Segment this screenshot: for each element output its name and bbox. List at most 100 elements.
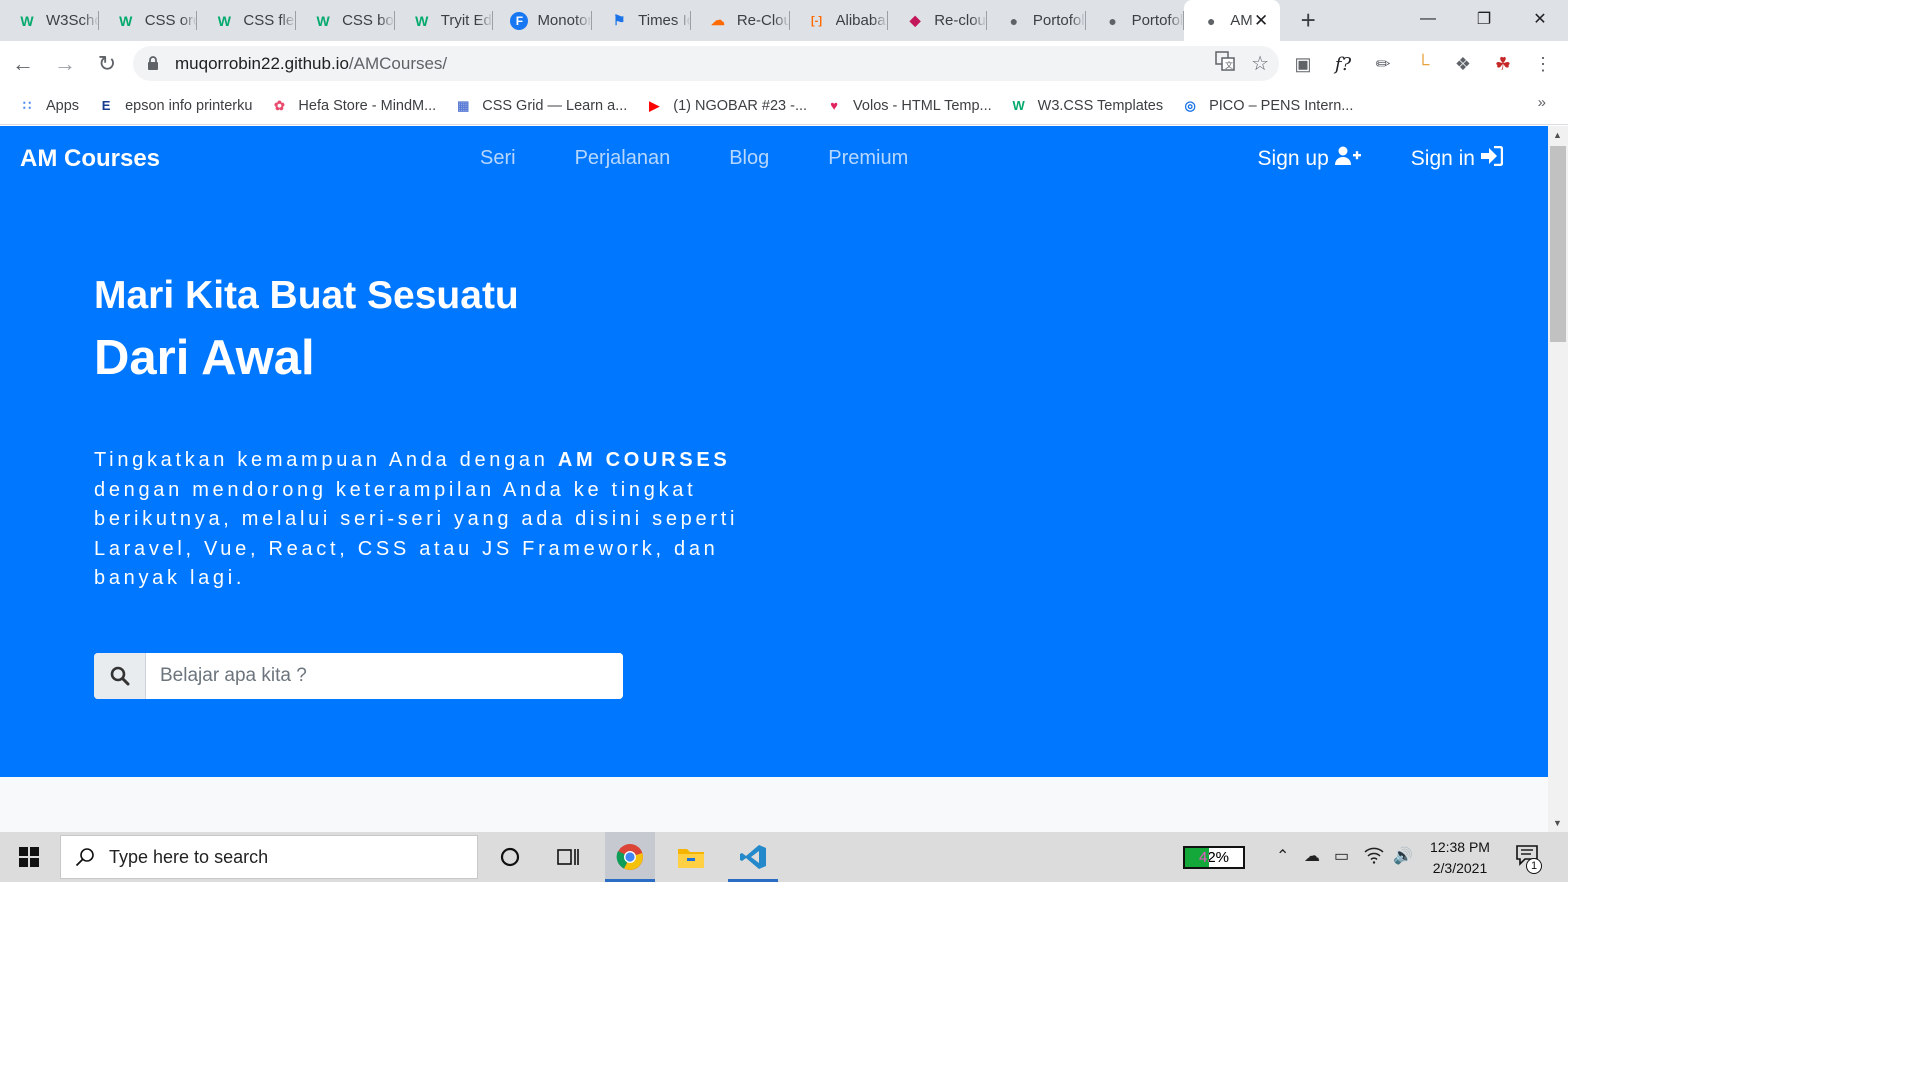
- bookmark-label: W3.CSS Templates: [1037, 97, 1164, 114]
- browser-tab[interactable]: W CSS flex: [197, 0, 296, 41]
- browser-tab[interactable]: W CSS box: [296, 0, 395, 41]
- browser-tab[interactable]: ● Portofolio: [1086, 0, 1185, 41]
- nav-link-blog[interactable]: Blog: [729, 147, 769, 170]
- bookmarks-overflow-icon[interactable]: »: [1538, 94, 1546, 111]
- signin-link[interactable]: Sign in: [1410, 145, 1504, 172]
- search-icon[interactable]: [94, 653, 146, 699]
- browser-tab[interactable]: W Tryit Editor: [395, 0, 493, 41]
- browser-tab-active[interactable]: ●AM Courses✕: [1184, 0, 1281, 41]
- formula-extension-icon[interactable]: f?: [1330, 51, 1356, 77]
- taskbar-search-placeholder: Type here to search: [109, 846, 269, 867]
- tab-title: CSS box: [342, 12, 395, 29]
- browser-tab-strip: W W3Schools W CSS order W CSS flex W CSS box W Tr…: [0, 0, 1568, 41]
- bookmarks-bar: ∷ Apps Eepson info printerku ✿ Hefa Store - …: [0, 87, 1568, 125]
- extensions-puzzle-icon[interactable]: ❖: [1450, 51, 1476, 77]
- close-window-button[interactable]: ✕: [1512, 0, 1568, 38]
- close-tab-icon[interactable]: ✕: [1254, 11, 1268, 31]
- tab-title: Monotone: [537, 12, 593, 29]
- youtube-icon: ▶: [649, 97, 660, 113]
- tab-title: CSS order: [144, 12, 198, 29]
- forward-button[interactable]: →: [46, 45, 84, 83]
- signin-label: Sign in: [1410, 147, 1475, 170]
- bookmark-item[interactable]: ✿ Hefa Store - MindM...: [270, 97, 436, 115]
- browser-tab[interactable]: [-] Alibaba Cloud: [790, 0, 888, 41]
- browser-tab[interactable]: ☁ Re-Cloud: [691, 0, 790, 41]
- show-hidden-icons-chevron-icon[interactable]: ⌃: [1276, 846, 1289, 866]
- taskbar-search-box[interactable]: Type here to search: [60, 835, 478, 879]
- browser-tab[interactable]: F Monotone: [493, 0, 592, 41]
- bookmark-item[interactable]: ♥ Volos - HTML Temp...: [825, 97, 991, 115]
- browser-tab[interactable]: W W3Schools: [0, 0, 99, 41]
- new-tab-button[interactable]: +: [1288, 0, 1328, 41]
- scroll-up-arrow-icon[interactable]: ▲: [1553, 130, 1562, 140]
- eyedropper-icon[interactable]: ✏: [1370, 51, 1396, 77]
- bookmark-star-icon[interactable]: ☆: [1251, 51, 1269, 76]
- minimize-button[interactable]: —: [1400, 0, 1456, 38]
- vscode-icon[interactable]: [728, 832, 778, 882]
- cast-icon[interactable]: ▣: [1290, 51, 1316, 77]
- reload-button[interactable]: ↻: [88, 45, 126, 83]
- bookmark-label: epson info printerku: [125, 97, 253, 114]
- bookmark-label: CSS Grid — Learn a...: [482, 97, 628, 114]
- onedrive-cloud-icon[interactable]: ☁: [1304, 846, 1320, 866]
- signup-label: Sign up: [1257, 147, 1329, 170]
- task-view-icon[interactable]: [543, 832, 593, 882]
- globe-icon: ●: [1108, 12, 1117, 29]
- tab-list: W W3Schools W CSS order W CSS flex W CSS box W Tr…: [0, 0, 1281, 41]
- bookmark-item[interactable]: W W3.CSS Templates: [1010, 97, 1164, 115]
- course-search-input[interactable]: [146, 653, 623, 699]
- tab-title: Re-cloud: [934, 12, 987, 29]
- battery-indicator[interactable]: 42%: [1183, 846, 1245, 869]
- windows-taskbar: Type here to search 42% ⌃ ☁ ▭ 🔊 12:38 PM…: [0, 832, 1568, 882]
- browser-tab[interactable]: ⚑ Times Icon: [592, 0, 691, 41]
- chrome-taskbar-icon[interactable]: [605, 832, 655, 882]
- lock-icon: [147, 56, 161, 72]
- nav-link-seri[interactable]: Seri: [480, 147, 516, 170]
- scrollbar-thumb[interactable]: [1550, 146, 1566, 342]
- tab-title: Portofolio: [1131, 12, 1185, 29]
- tab-title: Portofolio: [1032, 12, 1086, 29]
- tab-title: Re-Cloud: [736, 12, 790, 29]
- description-text-1: Tingkatkan kemampuan Anda dengan: [94, 449, 558, 471]
- bookmark-item[interactable]: ∷ Apps: [18, 97, 79, 115]
- notification-center-icon[interactable]: 1: [1515, 844, 1543, 874]
- store-icon: ✿: [273, 97, 285, 113]
- restore-button[interactable]: ❐: [1456, 0, 1512, 38]
- extension-icons: ▣ f? ✏ └ ❖ ☘ ⋮: [1290, 41, 1556, 87]
- tab-title: Times Icon: [638, 12, 691, 29]
- cortana-icon[interactable]: [485, 832, 535, 882]
- back-button[interactable]: ←: [4, 45, 42, 83]
- w3schools-icon: W: [20, 12, 34, 29]
- browser-tab[interactable]: ● Portofolio: [987, 0, 1086, 41]
- nav-link-perjalanan[interactable]: Perjalanan: [575, 147, 671, 170]
- file-explorer-icon[interactable]: [666, 832, 716, 882]
- bookmark-label: Apps: [46, 97, 80, 114]
- wifi-icon[interactable]: [1364, 846, 1384, 869]
- translate-icon[interactable]: 文: [1215, 51, 1235, 76]
- battery-tray-icon[interactable]: ▭: [1334, 846, 1349, 866]
- bookmark-item[interactable]: ◎ PICO – PENS Intern...: [1181, 97, 1353, 115]
- bookmark-item[interactable]: ▦ CSS Grid — Learn a...: [454, 97, 627, 115]
- address-bar[interactable]: muqorrobin22.github.io/AMCourses/ 文 ☆: [133, 46, 1279, 81]
- nav-link-premium[interactable]: Premium: [828, 147, 908, 170]
- bookmark-item[interactable]: Eepson info printerku: [97, 97, 253, 115]
- sign-in-icon: [1481, 145, 1504, 172]
- system-clock[interactable]: 12:38 PM 2/3/2021: [1410, 837, 1510, 879]
- clock-time: 12:38 PM: [1430, 839, 1490, 855]
- windows-start-icon[interactable]: [0, 832, 58, 882]
- brand-logo[interactable]: AM Courses: [20, 145, 160, 173]
- browser-tab[interactable]: W CSS order: [99, 0, 198, 41]
- signup-link[interactable]: Sign up: [1258, 146, 1361, 172]
- browser-tab[interactable]: ◆ Re-cloud: [888, 0, 987, 41]
- page-scrollbar[interactable]: ▲ ▼: [1548, 126, 1568, 832]
- tab-title: W3Schools: [46, 12, 99, 29]
- scroll-down-arrow-icon[interactable]: ▼: [1553, 818, 1562, 828]
- clock-date: 2/3/2021: [1432, 860, 1488, 876]
- cube-icon: ◆: [909, 12, 921, 28]
- profile-avatar-icon[interactable]: ☘: [1490, 51, 1516, 77]
- w3schools-icon: W: [415, 12, 429, 29]
- bookmark-item[interactable]: ▶ (1) NGOBAR #23 -...: [645, 97, 807, 115]
- menu-kebab-icon[interactable]: ⋮: [1530, 51, 1556, 77]
- ruler-extension-icon[interactable]: └: [1410, 51, 1436, 77]
- bookmark-label: Hefa Store - MindM...: [298, 97, 437, 114]
